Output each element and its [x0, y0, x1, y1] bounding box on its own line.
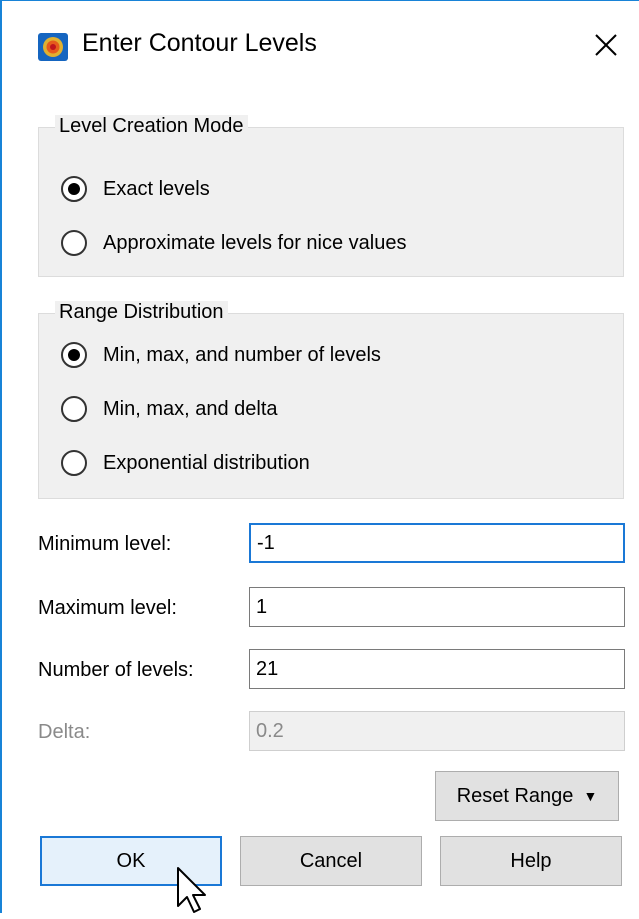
minimum-level-label: Minimum level: [38, 533, 172, 555]
reset-range-label: Reset Range [456, 784, 574, 807]
help-button[interactable]: Help [440, 836, 622, 886]
radio-button-checked[interactable] [61, 176, 87, 202]
delta-input [249, 711, 625, 751]
close-icon [595, 34, 617, 56]
title-bar: Enter Contour Levels [2, 1, 639, 93]
radio-button[interactable] [61, 450, 87, 476]
level-creation-mode-group: Level Creation Mode Exact levels Approxi… [38, 115, 624, 277]
range-distribution-group: Range Distribution Min, max, and number … [38, 301, 624, 499]
ok-label: OK [116, 849, 146, 872]
radio-exact-levels[interactable]: Exact levels [61, 172, 210, 206]
delta-label: Delta: [38, 721, 91, 743]
group-legend: Range Distribution [55, 301, 228, 324]
ok-button[interactable]: OK [40, 836, 222, 886]
dropdown-arrow-icon: ▼ [583, 788, 598, 804]
cancel-label: Cancel [299, 849, 363, 872]
radio-button-checked[interactable] [61, 342, 87, 368]
radio-min-max-number[interactable]: Min, max, and number of levels [61, 338, 381, 372]
group-legend: Level Creation Mode [55, 115, 248, 138]
radio-exponential[interactable]: Exponential distribution [61, 446, 310, 480]
radio-approximate-levels[interactable]: Approximate levels for nice values [61, 226, 406, 260]
cancel-button[interactable]: Cancel [240, 836, 422, 886]
dialog-window: Enter Contour Levels Level Creation Mode… [0, 0, 639, 913]
radio-button[interactable] [61, 230, 87, 256]
number-of-levels-label: Number of levels: [38, 659, 194, 681]
minimum-level-input[interactable] [249, 523, 625, 563]
radio-label: Exponential distribution [103, 451, 310, 474]
close-button[interactable] [582, 25, 628, 69]
maximum-level-input[interactable] [249, 587, 625, 627]
help-label: Help [510, 849, 552, 872]
reset-range-button[interactable]: Reset Range ▼ [435, 771, 619, 821]
window-title: Enter Contour Levels [82, 29, 317, 57]
number-of-levels-input[interactable] [249, 649, 625, 689]
radio-label: Min, max, and delta [103, 397, 278, 420]
radio-button[interactable] [61, 396, 87, 422]
radio-min-max-delta[interactable]: Min, max, and delta [61, 392, 278, 426]
app-icon [38, 33, 68, 61]
maximum-level-label: Maximum level: [38, 597, 177, 619]
radio-label: Approximate levels for nice values [103, 231, 407, 254]
radio-label: Min, max, and number of levels [103, 343, 381, 366]
radio-label: Exact levels [103, 177, 210, 200]
